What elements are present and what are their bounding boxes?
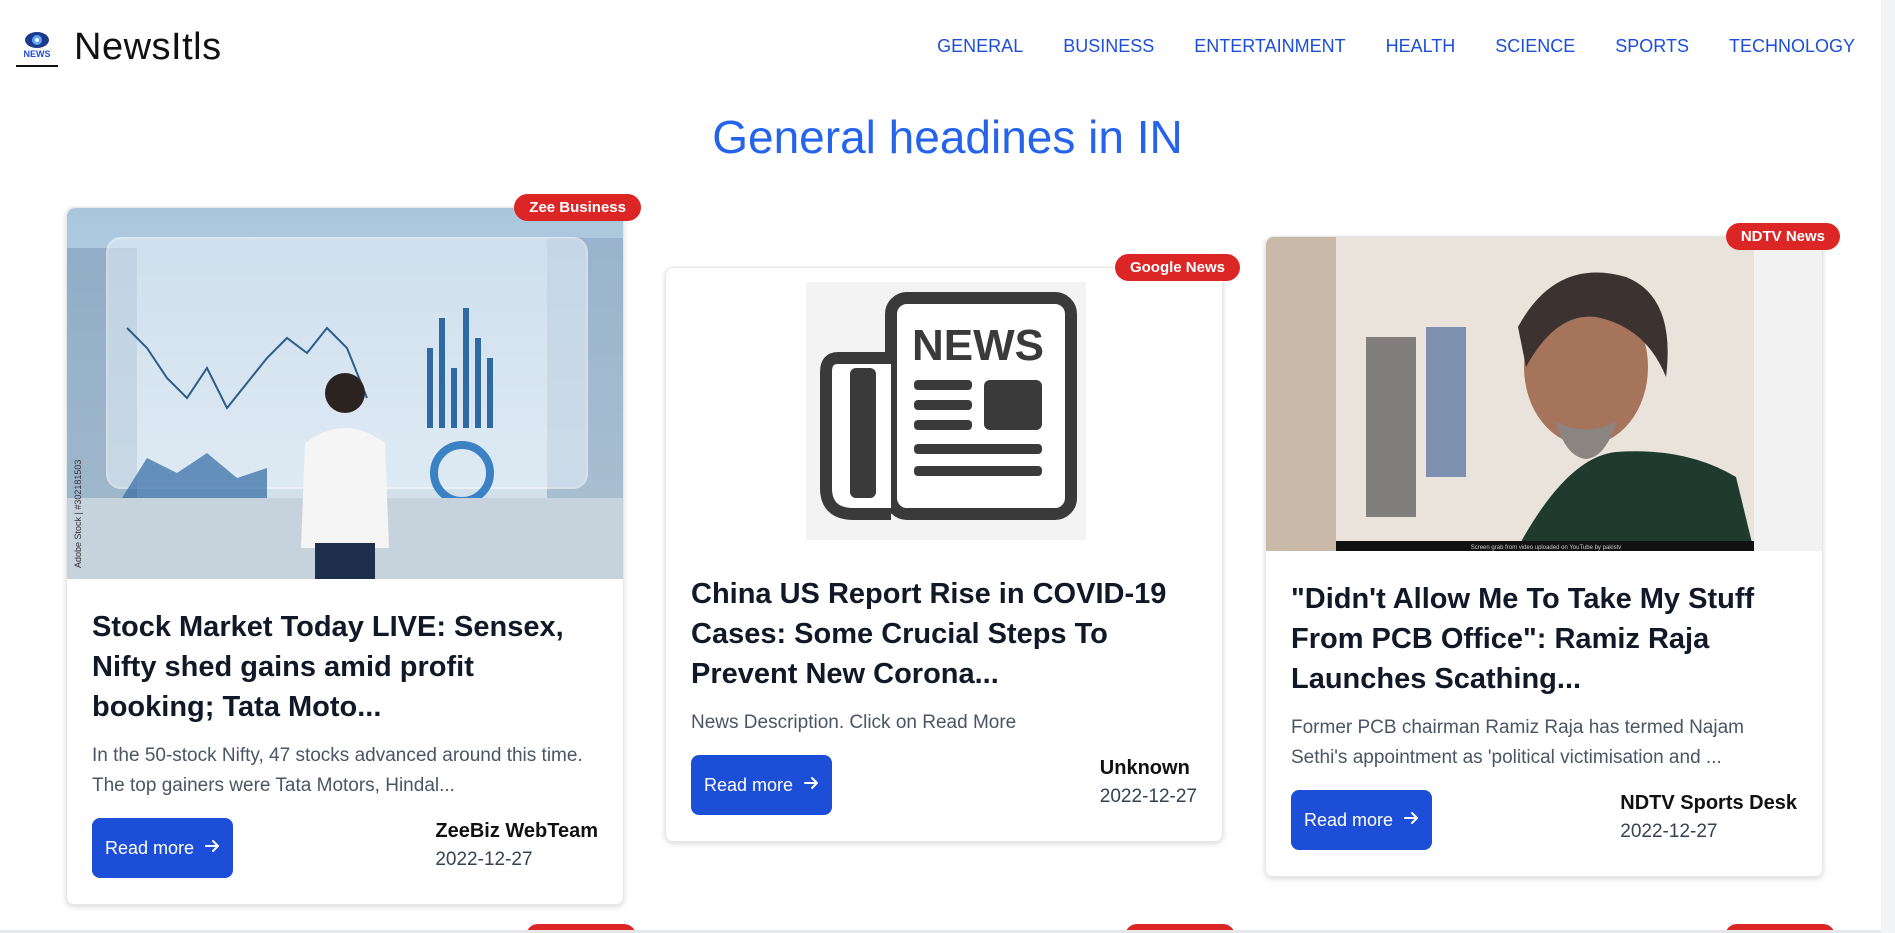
publish-date: 2022-12-27: [1099, 786, 1197, 807]
article-image: NEWS: [666, 268, 1222, 550]
image-caption: Adobe Stock | #302181503: [73, 460, 83, 568]
card-footer: Read more Unknown 2022-12-27: [691, 755, 1197, 815]
read-more-button[interactable]: Read more: [691, 755, 832, 815]
article-title[interactable]: Stock Market Today LIVE: Sensex, Nifty s…: [92, 607, 598, 727]
article-title[interactable]: China US Report Rise in COVID-19 Cases: …: [691, 574, 1197, 694]
image-caption: Screen grab from video uploaded on YouTu…: [1471, 545, 1622, 551]
read-more-label: Read more: [703, 774, 794, 795]
nav-technology[interactable]: TECHNOLOGY: [1729, 36, 1855, 57]
article-description: Former PCB chairman Ramiz Raja has terme…: [1291, 717, 1744, 768]
arrow-right-icon: [204, 838, 220, 859]
article-meta: ZeeBiz WebTeam 2022-12-27: [435, 820, 598, 871]
read-more-label: Read more: [1303, 809, 1394, 830]
nav-sports[interactable]: SPORTS: [1615, 36, 1689, 57]
author: Unknown: [1099, 757, 1190, 779]
news-card: NDTV News Screen grab from video uploade…: [1265, 223, 1840, 877]
page-title: General headines in IN: [712, 111, 1183, 163]
card-footer: Read more ZeeBiz WebTeam 2022-12-27: [92, 818, 598, 878]
publish-date: 2022-12-27: [435, 849, 533, 870]
scrollbar[interactable]: [1881, 0, 1895, 933]
brand[interactable]: NEWS NewsItls: [16, 26, 222, 69]
read-more-label: Read more: [104, 837, 195, 858]
brand-name: NewsItls: [74, 26, 222, 68]
article-image: Adobe Stock | #302181503: [67, 208, 623, 579]
nav-business[interactable]: BUSINESS: [1063, 36, 1154, 57]
card-footer: Read more NDTV Sports Desk 2022-12-27: [1291, 790, 1797, 850]
author: ZeeBiz WebTeam: [435, 820, 598, 842]
source-badge: Zee Business: [514, 194, 641, 221]
author: NDTV Sports Desk: [1620, 792, 1797, 814]
nav-health[interactable]: HEALTH: [1386, 36, 1456, 57]
article-description: News Description. Click on Read More: [691, 712, 1017, 733]
nav-entertainment[interactable]: ENTERTAINMENT: [1194, 36, 1345, 57]
nav-science[interactable]: SCIENCE: [1495, 36, 1575, 57]
publish-date: 2022-12-27: [1620, 821, 1718, 842]
article-image: Screen grab from video uploaded on YouTu…: [1266, 237, 1822, 551]
news-eye-logo-icon: NEWS: [16, 27, 58, 69]
read-more-button[interactable]: Read more: [1291, 790, 1432, 850]
article-meta: NDTV Sports Desk 2022-12-27: [1620, 792, 1797, 843]
article-description: In the 50-stock Nifty, 47 stocks advance…: [92, 745, 583, 796]
navbar: NEWS NewsItls GENERAL BUSINESS ENTERTAIN…: [0, 0, 1895, 95]
logo-text: NEWS: [24, 49, 51, 59]
category-nav: GENERAL BUSINESS ENTERTAINMENT HEALTH SC…: [937, 36, 1855, 57]
arrow-right-icon: [1403, 810, 1419, 831]
article-meta: Unknown 2022-12-27: [1100, 757, 1197, 808]
article-title[interactable]: "Didn't Allow Me To Take My Stuff From P…: [1291, 579, 1797, 699]
image-caption: NEWS: [912, 321, 1044, 370]
read-more-button[interactable]: Read more: [92, 818, 233, 878]
nav-general[interactable]: GENERAL: [937, 36, 1023, 57]
arrow-right-icon: [803, 775, 819, 796]
news-card: Google News NEWS China US Report Rise in…: [665, 254, 1240, 842]
news-card: Zee Business Adobe Stock | #302181503 St…: [66, 194, 641, 905]
source-badge: NDTV News: [1725, 223, 1840, 250]
source-badge: Google News: [1114, 254, 1240, 281]
